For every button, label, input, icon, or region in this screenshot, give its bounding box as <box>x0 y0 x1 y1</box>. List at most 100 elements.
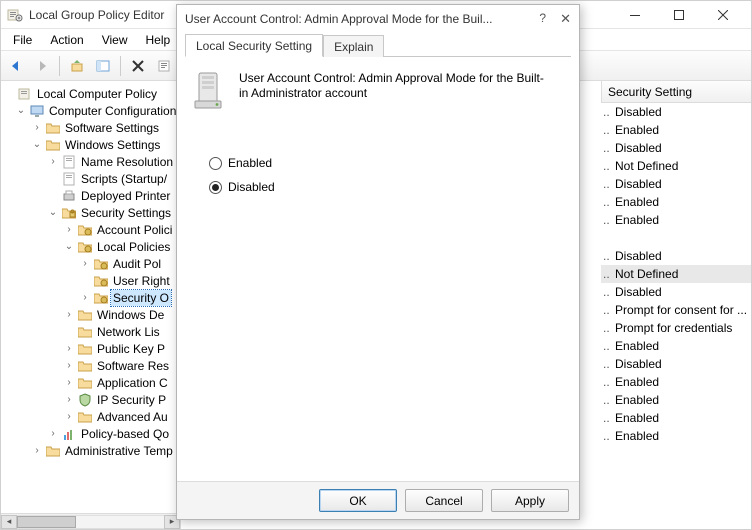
tree-comp-config[interactable]: ⌄ Computer Configuration <box>3 102 180 119</box>
tree-scripts[interactable]: Scripts (Startup/ <box>3 170 180 187</box>
tree-security[interactable]: ⌄ Security Settings <box>3 204 180 221</box>
chevron-right-icon[interactable]: › <box>63 224 75 236</box>
properties-button[interactable] <box>153 55 175 77</box>
list-row[interactable]: ..Enabled <box>601 427 751 445</box>
folder-open-icon <box>45 138 61 152</box>
help-icon[interactable]: ? <box>539 11 546 27</box>
apply-button[interactable]: Apply <box>491 489 569 512</box>
menu-file[interactable]: File <box>5 31 40 49</box>
list-row[interactable]: ..Disabled <box>601 103 751 121</box>
list-row[interactable]: ..Enabled <box>601 373 751 391</box>
show-hide-tree-button[interactable] <box>92 55 114 77</box>
forward-button[interactable] <box>31 55 53 77</box>
tree-root[interactable]: Local Computer Policy <box>3 85 180 102</box>
scroll-left-button[interactable]: ◂ <box>1 515 17 529</box>
tree-app-ctrl[interactable]: › Application C <box>3 374 180 391</box>
chevron-right-icon[interactable]: › <box>63 411 75 423</box>
radio-enabled[interactable]: Enabled <box>209 151 563 175</box>
chevron-right-icon[interactable]: › <box>79 292 91 304</box>
list-row[interactable]: ..Disabled <box>601 139 751 157</box>
shield-icon <box>77 393 93 407</box>
tree-security-options[interactable]: › Security O <box>3 289 180 306</box>
chevron-right-icon[interactable]: › <box>31 445 43 457</box>
computer-icon <box>29 104 45 118</box>
app-icon <box>7 7 23 23</box>
list-row[interactable]: ..Disabled <box>601 355 751 373</box>
tree-account[interactable]: › Account Polici <box>3 221 180 238</box>
menu-action[interactable]: Action <box>42 31 91 49</box>
list-row[interactable]: ..Enabled <box>601 337 751 355</box>
tab-explain[interactable]: Explain <box>323 35 384 57</box>
tree-adv-au[interactable]: › Advanced Au <box>3 408 180 425</box>
list-row[interactable]: ..Prompt for credentials <box>601 319 751 337</box>
chevron-down-icon[interactable]: ⌄ <box>47 207 59 219</box>
policy-icon <box>17 87 33 101</box>
tree-software[interactable]: › Software Settings <box>3 119 180 136</box>
menu-view[interactable]: View <box>94 31 136 49</box>
column-header-security-setting[interactable]: Security Setting <box>601 81 751 103</box>
list-row[interactable]: ..Enabled <box>601 121 751 139</box>
list-row[interactable]: ..Prompt for consent for ... <box>601 301 751 319</box>
tree-policy-qos[interactable]: › Policy-based Qo <box>3 425 180 442</box>
tree-name-res[interactable]: › Name Resolution <box>3 153 180 170</box>
back-button[interactable] <box>5 55 27 77</box>
ok-button[interactable]: OK <box>319 489 397 512</box>
tree-deployed[interactable]: Deployed Printer <box>3 187 180 204</box>
chevron-down-icon[interactable]: ⌄ <box>31 139 43 151</box>
chevron-right-icon[interactable]: › <box>31 122 43 134</box>
minimize-button[interactable] <box>613 1 657 29</box>
tab-local-security-setting[interactable]: Local Security Setting <box>185 34 323 57</box>
chevron-right-icon[interactable]: › <box>63 309 75 321</box>
cancel-button[interactable]: Cancel <box>405 489 483 512</box>
list-row[interactable]: ..Disabled <box>601 247 751 265</box>
chevron-right-icon[interactable]: › <box>63 377 75 389</box>
folder-icon <box>77 308 93 322</box>
radio-icon <box>209 181 222 194</box>
list-row[interactable]: ..Enabled <box>601 391 751 409</box>
list-value: Enabled <box>613 429 659 443</box>
chevron-down-icon[interactable]: ⌄ <box>15 105 27 117</box>
list-value: Disabled <box>613 105 662 119</box>
tree-pubkey[interactable]: › Public Key P <box>3 340 180 357</box>
delete-button[interactable] <box>127 55 149 77</box>
chevron-right-icon[interactable]: › <box>47 428 59 440</box>
tree-local-pol[interactable]: ⌄ Local Policies <box>3 238 180 255</box>
maximize-button[interactable] <box>657 1 701 29</box>
close-icon[interactable]: ✕ <box>560 11 571 27</box>
radio-disabled[interactable]: Disabled <box>209 175 563 199</box>
list-value: Enabled <box>613 393 659 407</box>
close-button[interactable] <box>701 1 745 29</box>
list-value: Disabled <box>613 285 662 299</box>
tree-win-def[interactable]: › Windows De <box>3 306 180 323</box>
folder-icon <box>45 121 61 135</box>
folder-icon <box>77 376 93 390</box>
tree-windows[interactable]: ⌄ Windows Settings <box>3 136 180 153</box>
list-row[interactable]: ..Disabled <box>601 175 751 193</box>
list-row[interactable]: ..Disabled <box>601 283 751 301</box>
tree-user-right[interactable]: User Right <box>3 272 180 289</box>
list-row[interactable]: ..Enabled <box>601 409 751 427</box>
tree-net-list[interactable]: Network Lis <box>3 323 180 340</box>
tree-admin-temp[interactable]: › Administrative Temp <box>3 442 180 459</box>
chevron-down-icon[interactable]: ⌄ <box>63 241 75 253</box>
scroll-thumb[interactable] <box>17 516 76 528</box>
tree-soft-res[interactable]: › Software Res <box>3 357 180 374</box>
tree-ipsec[interactable]: › IP Security P <box>3 391 180 408</box>
policy-folder-icon <box>93 291 109 305</box>
chevron-right-icon[interactable]: › <box>63 360 75 372</box>
folder-icon <box>77 359 93 373</box>
up-button[interactable] <box>66 55 88 77</box>
scroll-icon <box>61 155 77 169</box>
list-row[interactable]: ..Not Defined <box>601 265 751 283</box>
chevron-right-icon[interactable]: › <box>63 394 75 406</box>
chevron-right-icon[interactable]: › <box>63 343 75 355</box>
menu-help[interactable]: Help <box>138 31 179 49</box>
tree-scrollbar[interactable]: ◂ ▸ <box>1 513 180 529</box>
list-row[interactable]: ..Enabled <box>601 193 751 211</box>
chevron-right-icon[interactable]: › <box>79 258 91 270</box>
tree-audit[interactable]: › Audit Pol <box>3 255 180 272</box>
list-row[interactable]: ..Not Defined <box>601 157 751 175</box>
chevron-right-icon[interactable]: › <box>47 156 59 168</box>
list-value: Not Defined <box>613 159 678 173</box>
list-row[interactable]: ..Enabled <box>601 211 751 229</box>
